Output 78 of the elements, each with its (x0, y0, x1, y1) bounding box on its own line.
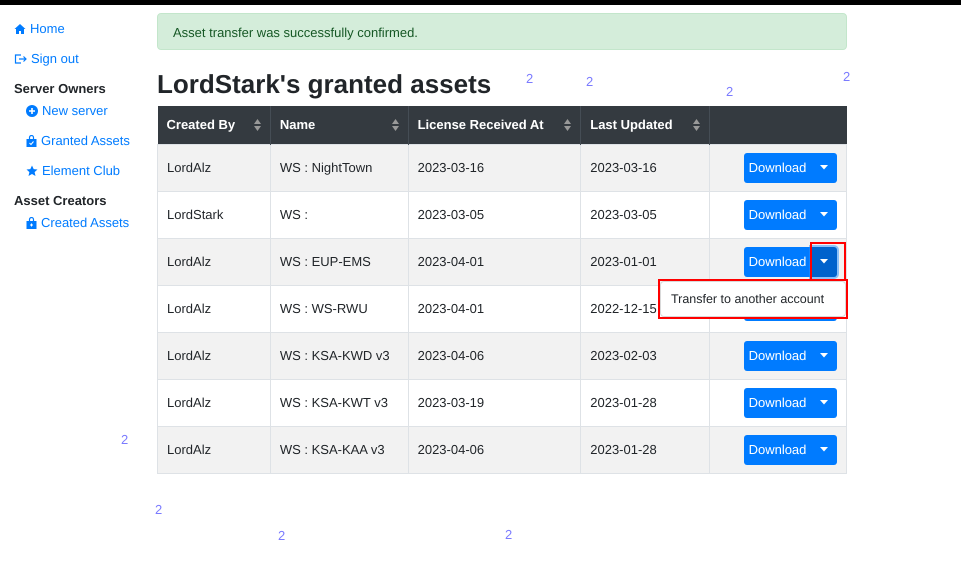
download-button[interactable]: Download (744, 246, 811, 276)
table-cell: 2023-01-28 (580, 426, 710, 473)
menu-item[interactable]: Transfer to another account (661, 286, 845, 312)
shopping-bag-icon (26, 135, 37, 147)
download-button[interactable]: Download (744, 200, 811, 230)
sort-icon[interactable] (564, 118, 572, 131)
column-header[interactable]: Last Updated (580, 106, 710, 144)
success-alert: Asset transfer was successfully confirmed. (157, 13, 847, 50)
shopping-bag-icon (26, 217, 37, 229)
table-cell: 2023-03-16 (408, 144, 581, 191)
dropdown-toggle[interactable] (811, 200, 837, 230)
dropdown-toggle[interactable] (811, 434, 837, 464)
caret-icon (820, 400, 828, 405)
sidebar-link[interactable]: Home (14, 18, 157, 40)
section-heading: Asset Creators (14, 192, 108, 210)
download-button[interactable]: Download (744, 152, 811, 182)
caret-icon (820, 447, 828, 452)
sort-icon[interactable] (693, 118, 700, 131)
table-cell: LordAlz (158, 144, 270, 191)
table-cell: 2023-01-01 (580, 238, 710, 285)
dropdown-toggle[interactable] (811, 152, 837, 182)
dropdown-toggle[interactable] (811, 388, 837, 418)
table-cell: WS : KSA-KWD v3 (270, 332, 408, 379)
table-cell: 2023-03-05 (408, 191, 581, 238)
stray-digit: 2 (526, 72, 534, 85)
plus-circle-icon (26, 105, 38, 117)
caret-icon (820, 165, 828, 170)
table-cell: LordAlz (158, 332, 270, 379)
stray-digit: 2 (121, 433, 128, 446)
star-icon (26, 165, 38, 177)
table-cell: LordAlz (158, 238, 270, 285)
stray-digit: 2 (505, 528, 512, 541)
sign-out-icon (14, 53, 27, 65)
table-cell: 2023-04-06 (408, 332, 581, 379)
table-cell: WS : EUP-EMS (270, 238, 408, 285)
stray-digit: 2 (586, 75, 594, 88)
table-cell: WS : KSA-KWT v3 (270, 379, 408, 426)
table-cell: 2023-03-19 (408, 379, 581, 426)
caret-icon (820, 353, 828, 358)
table-cell: 2023-04-01 (408, 238, 581, 285)
table-cell: 2023-03-16 (580, 144, 710, 191)
table-cell: WS : KSA-KAA v3 (270, 426, 408, 473)
sidebar-link[interactable]: Granted Assets (14, 130, 157, 152)
download-button[interactable]: Download (744, 434, 811, 464)
sort-icon[interactable] (254, 118, 261, 131)
sidebar-link[interactable]: New server (14, 100, 157, 122)
caret-icon (820, 212, 828, 217)
table-cell: LordStark (158, 191, 270, 238)
column-header[interactable]: License Received At (408, 106, 581, 144)
page-title: LordStark's granted assets (157, 68, 492, 101)
caret-icon (820, 259, 828, 264)
table-cell: WS : (270, 191, 408, 238)
table-cell: 2023-03-05 (580, 191, 710, 238)
dropdown-toggle[interactable] (811, 340, 837, 370)
download-button[interactable]: Download (744, 340, 811, 370)
column-header[interactable]: Created By (158, 106, 270, 144)
table-cell: 2023-01-28 (580, 379, 710, 426)
table-cell: WS : NightTown (270, 144, 408, 191)
sidebar-link[interactable]: Sign out (14, 48, 157, 70)
home-icon (14, 23, 26, 35)
table-cell: WS : WS-RWU (270, 285, 408, 332)
table-cell: LordAlz (158, 285, 270, 332)
stray-digit: 2 (155, 503, 162, 516)
download-button[interactable]: Download (744, 388, 811, 418)
column-header[interactable]: Name (270, 106, 408, 144)
table-cell: 2023-02-03 (580, 332, 710, 379)
table-cell: 2023-04-06 (408, 426, 581, 473)
section-heading: Server Owners (14, 80, 107, 98)
dropdown-toggle[interactable] (811, 246, 837, 276)
table-cell: 2023-04-01 (408, 285, 581, 332)
stray-digit: 2 (843, 70, 850, 83)
table-cell: LordAlz (158, 426, 270, 473)
sidebar-link[interactable]: Created Assets (14, 212, 157, 234)
sidebar-link[interactable]: Element Club (14, 160, 157, 182)
stray-digit: 2 (278, 529, 286, 542)
sort-icon[interactable] (392, 118, 399, 131)
stray-digit: 2 (726, 85, 734, 98)
table-cell: LordAlz (158, 379, 270, 426)
